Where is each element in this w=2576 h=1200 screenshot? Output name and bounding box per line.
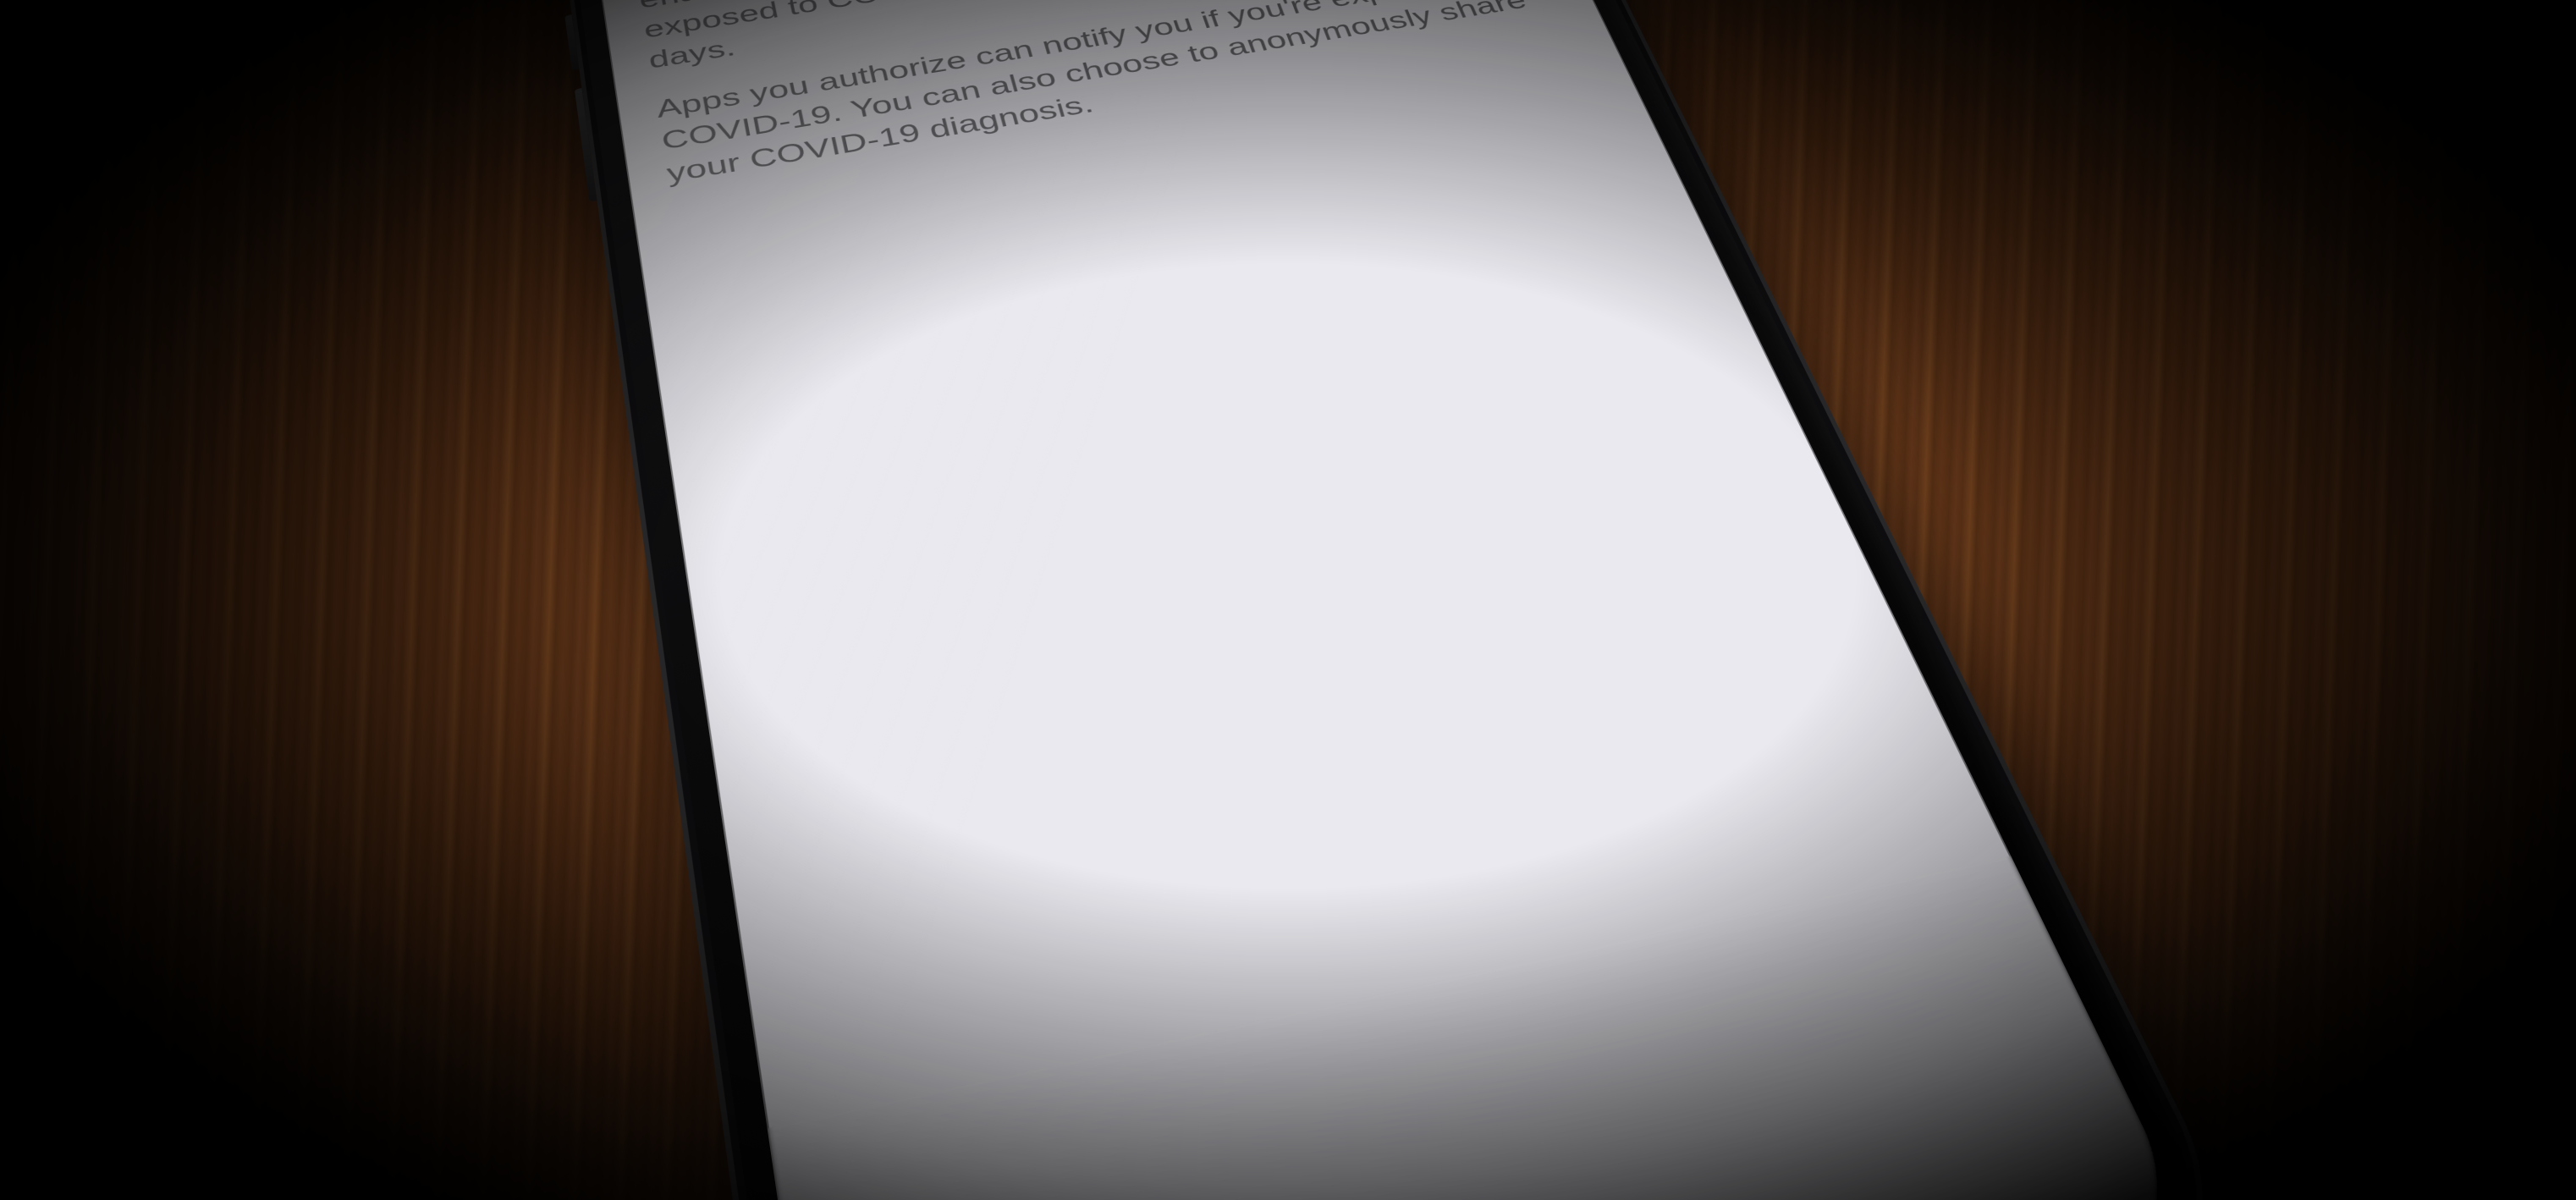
- photo-scene: COVID-19 Exposure Notifications iPhone i…: [0, 0, 2576, 1200]
- iphone-screen: COVID-19 Exposure Notifications iPhone i…: [573, 0, 2215, 1200]
- section-footer: iPhone is using Bluetooth to securely sh…: [590, 0, 1610, 197]
- iphone-frame: COVID-19 Exposure Notifications iPhone i…: [542, 0, 2276, 1200]
- settings-section: COVID-19 Exposure Notifications iPhone i…: [579, 0, 1619, 217]
- depth-blur-bottom: [768, 856, 2215, 1200]
- perspective-stage: COVID-19 Exposure Notifications iPhone i…: [670, 0, 1906, 1200]
